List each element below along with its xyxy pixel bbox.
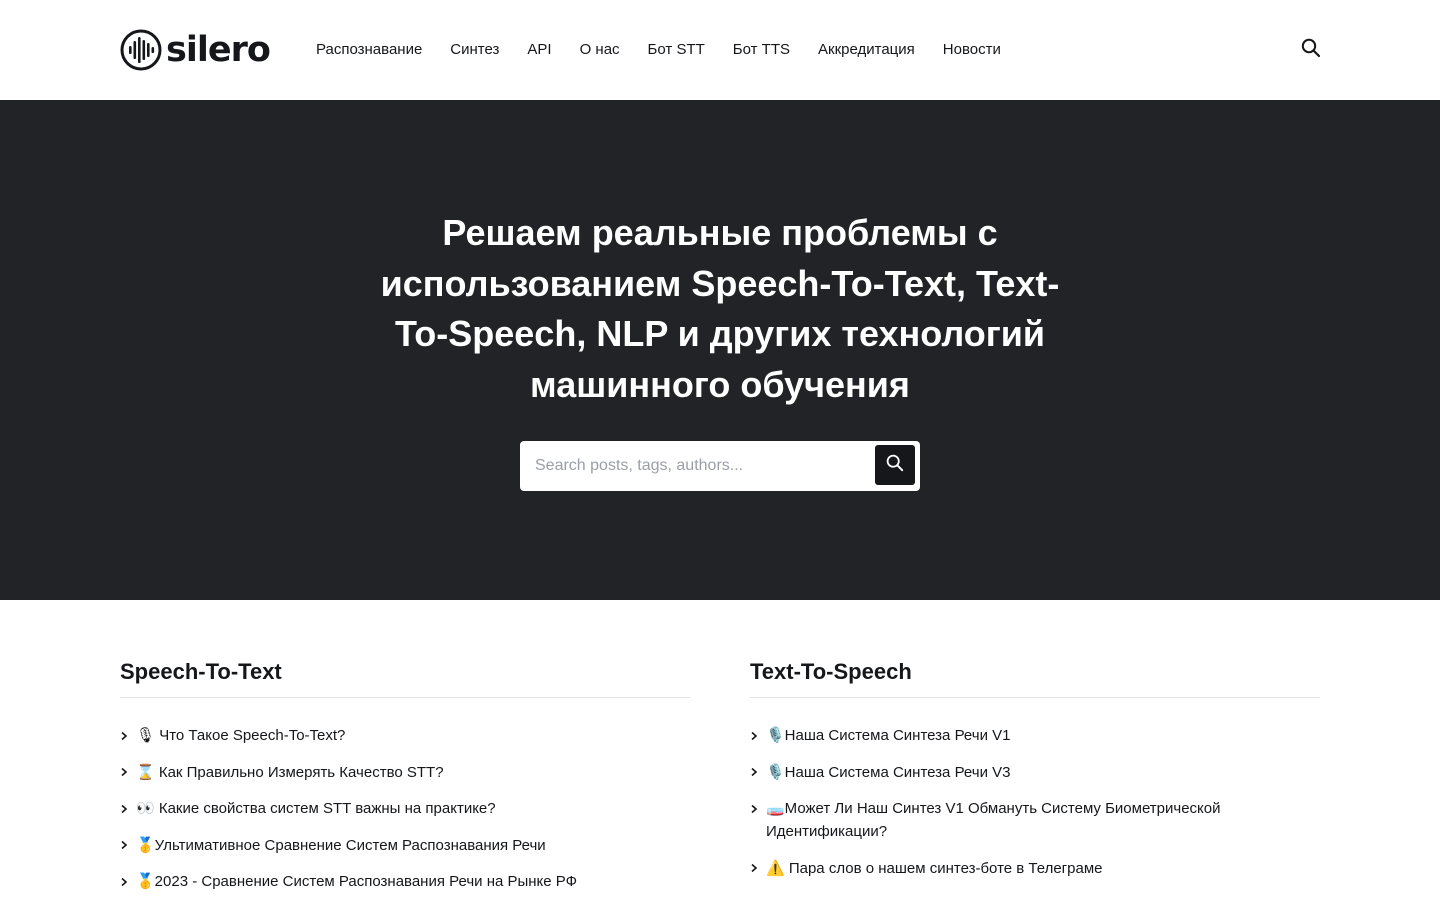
post-link[interactable]: 👀 Какие свойства систем STT важны на пра… [136, 800, 496, 817]
list-item: 🥇Ультимативное Сравнение Систем Распозна… [120, 834, 690, 857]
chevron-right-icon [120, 834, 130, 857]
search-icon [1301, 38, 1321, 63]
post-link[interactable]: 🎙️Наша Система Синтеза Речи V1 [766, 727, 1010, 744]
hero-search-box [520, 441, 920, 491]
list-item: ⚠️ Пара слов о нашем синтез-боте в Телег… [750, 857, 1320, 880]
search-icon [886, 454, 904, 477]
nav-item-bot-stt[interactable]: Бот STT [648, 40, 705, 60]
section-title-stt: Speech-To-Text [120, 656, 690, 698]
chevron-right-icon [750, 797, 760, 820]
list-item: ⌛ Как Правильно Измерять Качество STT? [120, 761, 690, 784]
post-link[interactable]: 🧫Может Ли Наш Синтез V1 Обмануть Систему… [766, 800, 1221, 840]
stt-section: Speech-To-Text 🎙 Что Такое Speech-To-Tex… [120, 656, 690, 907]
stt-post-list: 🎙 Что Такое Speech-To-Text? ⌛ Как Правил… [120, 724, 690, 893]
chevron-right-icon [120, 761, 130, 784]
post-link[interactable]: ⌛ Как Правильно Измерять Качество STT? [136, 764, 444, 781]
nav-item-accreditation[interactable]: Аккредитация [818, 40, 915, 60]
nav-item-bot-tts[interactable]: Бот TTS [733, 40, 790, 60]
chevron-right-icon [120, 870, 130, 893]
list-item: 🎙️Наша Система Синтеза Речи V1 [750, 724, 1320, 747]
hero-section: Решаем реальные проблемы с использование… [0, 100, 1440, 600]
post-link[interactable]: ⚠️ Пара слов о нашем синтез-боте в Телег… [766, 860, 1102, 877]
chevron-right-icon [750, 724, 760, 747]
list-item: 🎙 Что Такое Speech-To-Text? [120, 724, 690, 747]
main-nav: Распознавание Синтез API О нас Бот STT Б… [316, 40, 1029, 60]
tts-section: Text-To-Speech 🎙️Наша Система Синтеза Ре… [750, 656, 1320, 893]
chevron-right-icon [750, 857, 760, 880]
list-item: 🥇2023 - Сравнение Систем Распознавания Р… [120, 870, 690, 893]
hero-search-button[interactable] [875, 445, 915, 485]
hero-title: Решаем реальные проблемы с использование… [380, 212, 1060, 405]
list-item: 🧫Может Ли Наш Синтез V1 Обмануть Систему… [750, 797, 1320, 843]
site-logo[interactable]: silero [120, 28, 271, 72]
post-link[interactable]: 🥇Ультимативное Сравнение Систем Распозна… [136, 837, 546, 854]
nav-item-recognition[interactable]: Распознавание [316, 40, 422, 60]
list-item: 👀 Какие свойства систем STT важны на пра… [120, 797, 690, 820]
logo-text: silero [166, 30, 271, 70]
chevron-right-icon [120, 797, 130, 820]
post-link[interactable]: 🎙 Что Такое Speech-To-Text? [136, 727, 345, 744]
chevron-right-icon [120, 724, 130, 747]
list-item: 🎙️Наша Система Синтеза Речи V3 [750, 761, 1320, 784]
post-link[interactable]: 🎙️Наша Система Синтеза Речи V3 [766, 764, 1010, 781]
post-link[interactable]: 🥇2023 - Сравнение Систем Распознавания Р… [136, 873, 577, 890]
header-search-button[interactable] [1300, 38, 1322, 63]
nav-item-api[interactable]: API [527, 40, 551, 60]
chevron-right-icon [750, 761, 760, 784]
section-title-tts: Text-To-Speech [750, 656, 1320, 698]
site-header: silero Распознавание Синтез API О нас Бо… [0, 0, 1440, 100]
sound-wave-circle-icon [120, 29, 162, 71]
nav-item-about[interactable]: О нас [580, 40, 620, 60]
nav-item-synthesis[interactable]: Синтез [450, 40, 499, 60]
tts-post-list: 🎙️Наша Система Синтеза Речи V1 🎙️Наша Си… [750, 724, 1320, 880]
hero-search-input[interactable] [520, 441, 870, 491]
nav-item-news[interactable]: Новости [943, 40, 1001, 60]
